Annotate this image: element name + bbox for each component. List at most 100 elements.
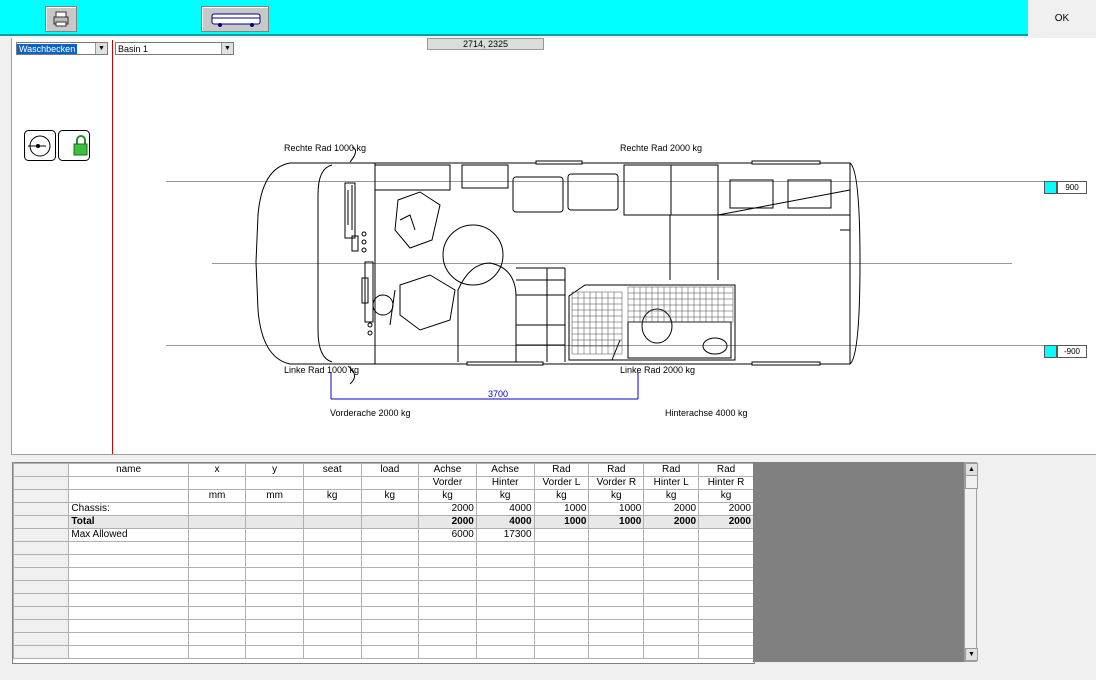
table-cell[interactable] xyxy=(533,606,590,620)
table-row[interactable]: Max Allowed 6000 17300 xyxy=(13,528,754,542)
table-cell[interactable] xyxy=(643,606,700,620)
table-cell[interactable]: 4000 xyxy=(475,515,535,529)
table-cell[interactable] xyxy=(360,541,420,555)
table-cell[interactable] xyxy=(68,645,189,659)
table-cell[interactable]: 2000 xyxy=(418,502,477,516)
column-header-cell[interactable]: kg xyxy=(418,489,477,503)
table-cell[interactable] xyxy=(187,632,247,646)
row-header-cell[interactable] xyxy=(13,632,70,646)
table-cell[interactable] xyxy=(588,619,645,633)
table-cell[interactable] xyxy=(187,593,247,607)
table-cell[interactable] xyxy=(588,645,645,659)
table-cell[interactable] xyxy=(418,593,477,607)
row-header-cell[interactable] xyxy=(13,528,70,542)
table-cell[interactable] xyxy=(588,541,645,555)
table-cell[interactable] xyxy=(533,632,590,646)
print-button[interactable] xyxy=(45,6,77,32)
table-cell[interactable] xyxy=(187,515,247,529)
table-cell[interactable] xyxy=(245,515,304,529)
table-cell[interactable] xyxy=(418,606,477,620)
table-row[interactable] xyxy=(13,619,754,633)
table-cell[interactable] xyxy=(302,502,362,516)
row-header-cell[interactable] xyxy=(13,502,70,516)
table-cell[interactable]: 2000 xyxy=(643,502,700,516)
table-cell[interactable] xyxy=(418,541,477,555)
table-cell[interactable] xyxy=(418,567,477,581)
column-header-cell[interactable]: x xyxy=(187,463,247,477)
table-cell[interactable]: 2000 xyxy=(643,515,700,529)
table-cell[interactable] xyxy=(302,515,362,529)
table-cell[interactable] xyxy=(643,528,700,542)
chevron-down-icon[interactable]: ▼ xyxy=(221,43,233,54)
table-cell[interactable] xyxy=(475,541,535,555)
table-cell[interactable] xyxy=(643,619,700,633)
row-header-cell[interactable] xyxy=(13,463,70,477)
table-cell[interactable] xyxy=(187,502,247,516)
table-cell[interactable]: 2000 xyxy=(698,502,754,516)
column-header-cell[interactable]: Rad xyxy=(533,463,590,477)
table-cell[interactable] xyxy=(360,515,420,529)
column-header-cell[interactable]: Vorder xyxy=(418,476,477,490)
table-cell[interactable] xyxy=(588,554,645,568)
table-cell[interactable] xyxy=(187,619,247,633)
column-header-cell[interactable]: kg xyxy=(475,489,535,503)
column-header-cell[interactable]: Hinter R xyxy=(698,476,754,490)
table-cell[interactable] xyxy=(698,632,754,646)
table-cell[interactable] xyxy=(533,528,590,542)
column-header-cell[interactable]: mm xyxy=(187,489,247,503)
item-select[interactable]: Basin 1 ▼ xyxy=(115,42,234,55)
table-cell[interactable] xyxy=(475,632,535,646)
column-header-cell[interactable]: Vorder L xyxy=(533,476,590,490)
table-cell[interactable]: 1000 xyxy=(533,502,590,516)
table-cell[interactable] xyxy=(475,593,535,607)
column-header-cell[interactable]: kg xyxy=(588,489,645,503)
table-cell[interactable] xyxy=(533,619,590,633)
column-header-cell[interactable]: seat xyxy=(302,463,362,477)
row-header-cell[interactable] xyxy=(13,476,70,490)
table-cell[interactable]: 6000 xyxy=(418,528,477,542)
row-header-cell[interactable] xyxy=(13,619,70,633)
table-cell[interactable] xyxy=(475,580,535,594)
table-cell[interactable] xyxy=(187,567,247,581)
table-cell[interactable] xyxy=(360,593,420,607)
row-header-cell[interactable] xyxy=(13,515,70,529)
table-cell[interactable] xyxy=(245,619,304,633)
table-cell[interactable] xyxy=(245,554,304,568)
scroll-thumb[interactable] xyxy=(965,475,978,489)
table-cell[interactable] xyxy=(475,567,535,581)
row-header-cell[interactable] xyxy=(13,554,70,568)
table-cell[interactable] xyxy=(475,645,535,659)
table-cell[interactable] xyxy=(187,554,247,568)
table-cell[interactable] xyxy=(698,528,754,542)
table-cell[interactable] xyxy=(698,541,754,555)
table-cell[interactable]: Chassis: xyxy=(68,502,189,516)
table-cell[interactable]: 1000 xyxy=(588,502,645,516)
ok-button[interactable]: OK xyxy=(1028,0,1096,36)
table-row[interactable] xyxy=(13,632,754,646)
table-cell[interactable] xyxy=(533,554,590,568)
table-cell[interactable] xyxy=(533,567,590,581)
table-cell[interactable] xyxy=(698,593,754,607)
table-cell[interactable] xyxy=(360,554,420,568)
table-cell[interactable] xyxy=(68,619,189,633)
column-header-cell[interactable]: mm xyxy=(245,489,304,503)
column-header-cell[interactable]: kg xyxy=(533,489,590,503)
offset-top-toggle[interactable] xyxy=(1044,181,1057,194)
table-cell[interactable] xyxy=(68,554,189,568)
table-cell[interactable] xyxy=(187,528,247,542)
table-cell[interactable] xyxy=(643,593,700,607)
table-cell[interactable] xyxy=(245,593,304,607)
column-header-cell[interactable]: kg xyxy=(302,489,362,503)
table-cell[interactable] xyxy=(588,567,645,581)
table-cell[interactable] xyxy=(588,580,645,594)
table-cell[interactable] xyxy=(418,580,477,594)
offset-top-field[interactable]: 900 xyxy=(1057,181,1087,194)
table-cell[interactable] xyxy=(475,619,535,633)
table-cell[interactable]: 2000 xyxy=(698,515,754,529)
table-cell[interactable] xyxy=(475,606,535,620)
component-select[interactable]: Waschbecken ▼ xyxy=(16,42,108,55)
table-cell[interactable] xyxy=(302,645,362,659)
table-cell[interactable] xyxy=(68,632,189,646)
column-header-cell[interactable]: Rad xyxy=(643,463,700,477)
table-cell[interactable] xyxy=(302,619,362,633)
